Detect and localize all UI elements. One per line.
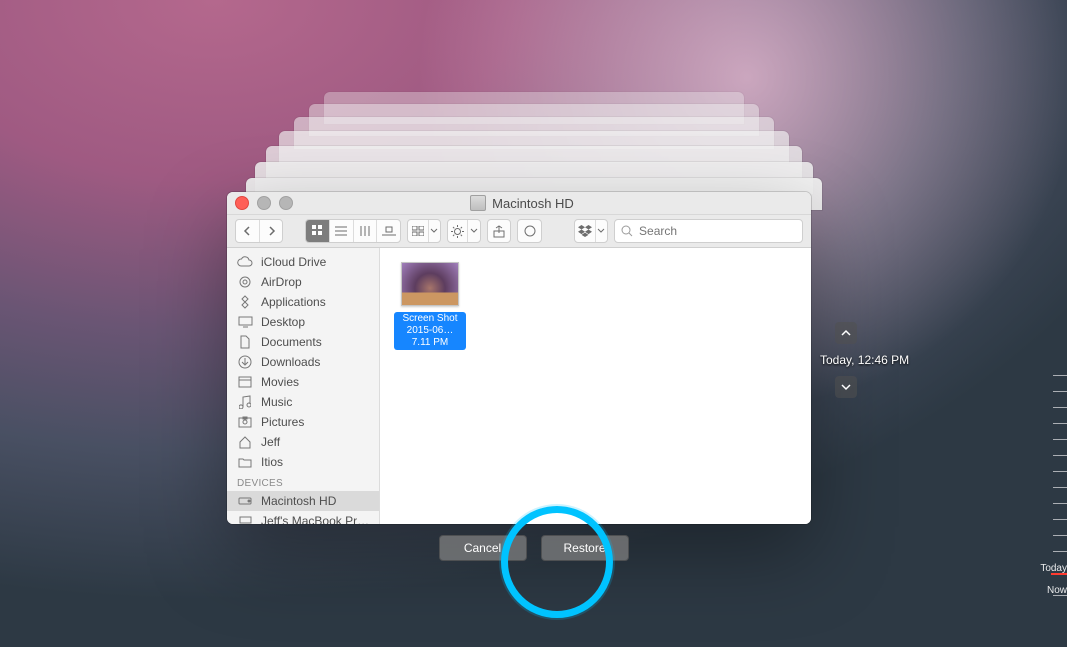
timeline-prev-button[interactable] xyxy=(835,322,857,344)
pictures-icon xyxy=(237,414,253,430)
action-button[interactable] xyxy=(447,219,481,243)
timeline-cursor xyxy=(1051,573,1067,575)
folder-icon xyxy=(237,454,253,470)
file-item[interactable]: Screen Shot 2015-06…7.11 PM xyxy=(394,262,466,350)
sidebar-item-label: Desktop xyxy=(261,315,305,329)
home-icon xyxy=(237,434,253,450)
sidebar-item-pictures[interactable]: Pictures xyxy=(227,412,379,432)
toolbar xyxy=(227,215,811,248)
sidebar-item-movies[interactable]: Movies xyxy=(227,372,379,392)
sidebar-item-label: Macintosh HD xyxy=(261,494,336,508)
chevron-down-icon xyxy=(596,220,607,242)
laptop-icon xyxy=(237,513,253,524)
share-button[interactable] xyxy=(487,219,512,243)
sidebar-item-label: Pictures xyxy=(261,415,304,429)
dropbox-button[interactable] xyxy=(574,219,608,243)
drive-icon xyxy=(237,493,253,509)
download-icon xyxy=(237,354,253,370)
view-list-button[interactable] xyxy=(330,220,354,242)
timeline-current-label: Today, 12:46 PM xyxy=(820,353,909,367)
arrange-button[interactable] xyxy=(407,219,441,243)
tags-button[interactable] xyxy=(517,219,542,243)
forward-button[interactable] xyxy=(260,220,283,242)
window-title: Macintosh HD xyxy=(492,196,574,211)
view-switch xyxy=(305,219,401,243)
airdrop-icon xyxy=(237,274,253,290)
sidebar-devices-header: Devices xyxy=(227,472,379,491)
file-name: 2015-06…7.11 PM xyxy=(407,325,454,348)
view-columns-button[interactable] xyxy=(354,220,378,242)
sidebar-item-downloads[interactable]: Downloads xyxy=(227,352,379,372)
timeline-next-button[interactable] xyxy=(835,376,857,398)
drive-icon xyxy=(470,195,486,211)
close-icon[interactable] xyxy=(235,196,249,210)
doc-icon xyxy=(237,334,253,350)
sidebar-device-macintosh-hd[interactable]: Macintosh HD xyxy=(227,491,379,511)
cloud-icon xyxy=(237,254,253,270)
sidebar-item-documents[interactable]: Documents xyxy=(227,332,379,352)
sidebar: iCloud Drive AirDrop Applications Deskto… xyxy=(227,248,380,524)
sidebar-item-label: iCloud Drive xyxy=(261,255,326,269)
timeline[interactable]: Today Now xyxy=(1011,365,1067,635)
chevron-down-icon xyxy=(429,220,440,242)
sidebar-item-airdrop[interactable]: AirDrop xyxy=(227,272,379,292)
desktop-icon xyxy=(237,314,253,330)
sidebar-item-desktop[interactable]: Desktop xyxy=(227,312,379,332)
minimize-icon[interactable] xyxy=(257,196,271,210)
sidebar-item-label: Movies xyxy=(261,375,299,389)
sidebar-item-label: AirDrop xyxy=(261,275,302,289)
file-thumbnail xyxy=(401,262,459,306)
movie-icon xyxy=(237,374,253,390)
sidebar-item-label: Jeff xyxy=(261,435,280,449)
back-button[interactable] xyxy=(236,220,260,242)
finder-window: Macintosh HD xyxy=(227,192,811,524)
search-input[interactable] xyxy=(637,223,796,239)
sidebar-item-music[interactable]: Music xyxy=(227,392,379,412)
view-coverflow-button[interactable] xyxy=(377,220,400,242)
app-icon xyxy=(237,294,253,310)
file-name: Screen Shot xyxy=(402,313,457,324)
sidebar-item-applications[interactable]: Applications xyxy=(227,292,379,312)
chevron-down-icon xyxy=(468,220,479,242)
search-icon xyxy=(621,225,633,237)
fullscreen-icon[interactable] xyxy=(279,196,293,210)
sidebar-device-macbook[interactable]: Jeff's MacBook Pr… xyxy=(227,511,379,524)
search-field[interactable] xyxy=(614,219,803,243)
view-icon-button[interactable] xyxy=(306,220,330,242)
sidebar-item-label: Downloads xyxy=(261,355,320,369)
sidebar-item-label: Applications xyxy=(261,295,326,309)
sidebar-item-label: Jeff's MacBook Pr… xyxy=(261,514,369,524)
sidebar-item-folder[interactable]: Itios xyxy=(227,452,379,472)
file-area[interactable]: Screen Shot 2015-06…7.11 PM xyxy=(380,248,811,524)
music-icon xyxy=(237,394,253,410)
sidebar-item-home[interactable]: Jeff xyxy=(227,432,379,452)
sidebar-item-label: Music xyxy=(261,395,292,409)
titlebar[interactable]: Macintosh HD xyxy=(227,192,811,215)
sidebar-item-label: Documents xyxy=(261,335,322,349)
highlight-ring xyxy=(501,506,613,618)
sidebar-item-icloud[interactable]: iCloud Drive xyxy=(227,252,379,272)
nav-buttons xyxy=(235,219,283,243)
sidebar-item-label: Itios xyxy=(261,455,283,469)
